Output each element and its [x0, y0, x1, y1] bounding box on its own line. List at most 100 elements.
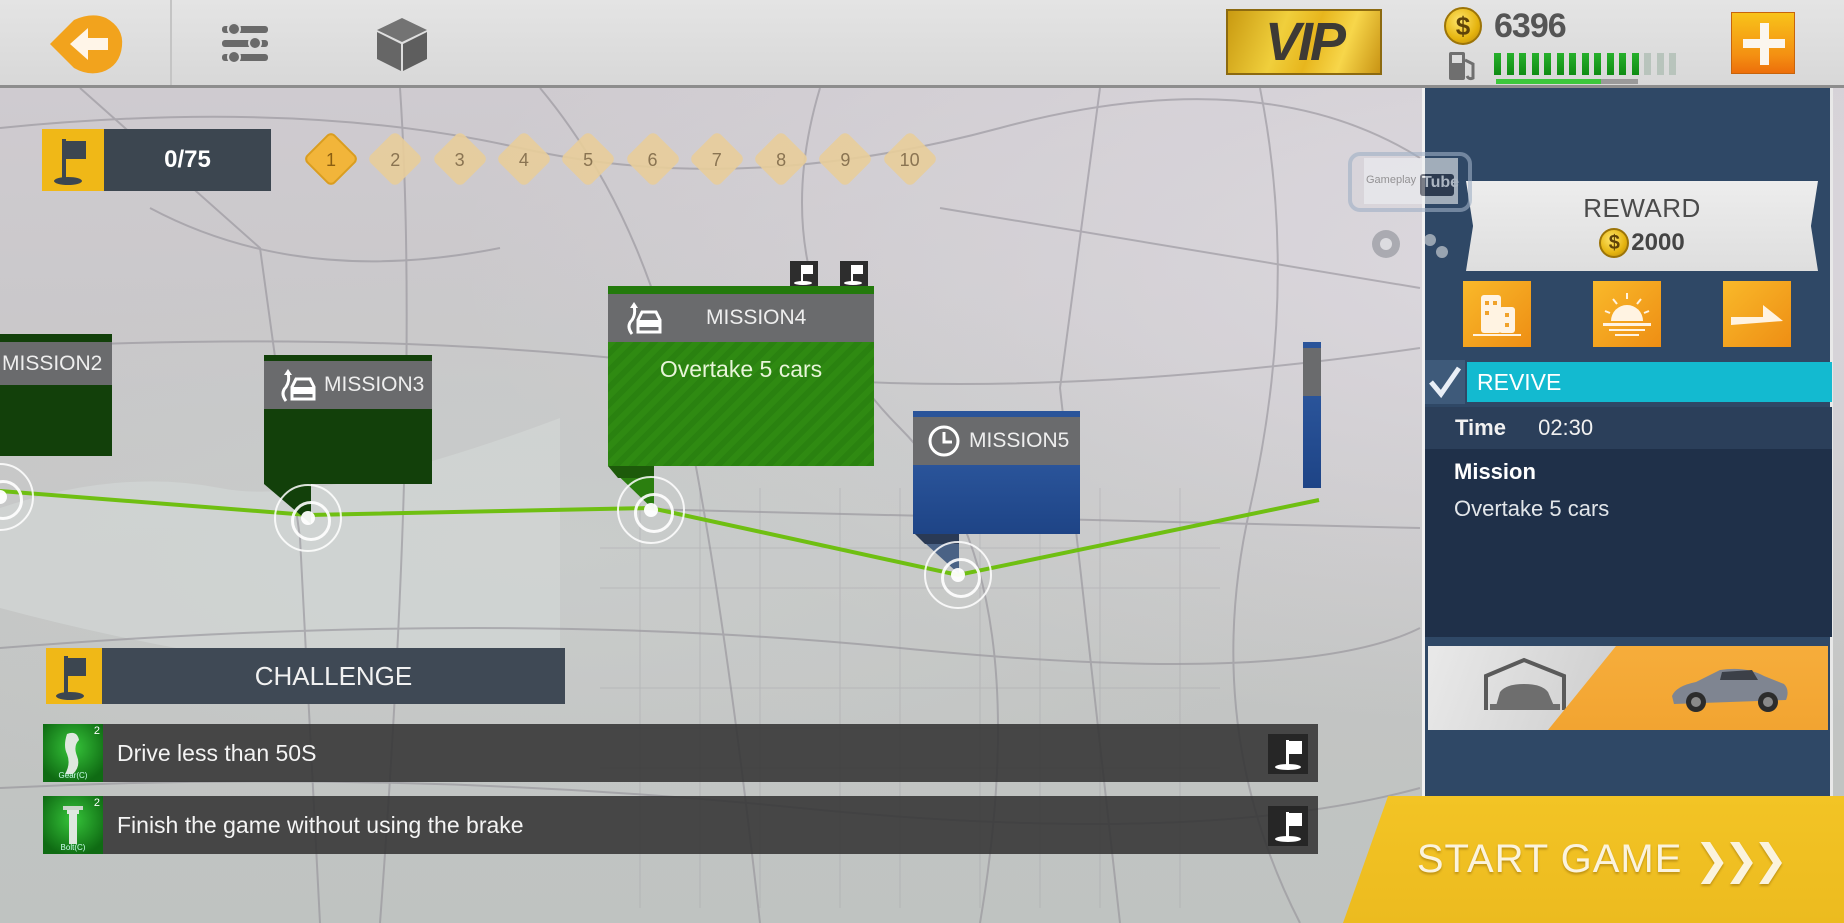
- fuel-segment: [1519, 53, 1526, 75]
- mission-4-flag-badge: [790, 261, 818, 287]
- sunrise-icon: [1603, 293, 1651, 336]
- challenge-caption: Gear(C): [58, 771, 88, 780]
- stage-button-4[interactable]: 4: [495, 130, 553, 189]
- stage-number: 5: [583, 150, 594, 170]
- condition-time-button[interactable]: [1593, 281, 1661, 347]
- time-label: Time: [1455, 415, 1506, 440]
- fuel-pump-icon: [1449, 52, 1475, 81]
- coin-icon: $: [1444, 7, 1482, 45]
- stage-button-3[interactable]: 3: [431, 130, 488, 189]
- challenge-caption: Bolt(C): [60, 843, 86, 852]
- stage-button-5[interactable]: 5: [559, 130, 617, 189]
- reward-banner: REWARD $ 2000: [1466, 181, 1818, 271]
- gameplaytube-watermark: Gameplay Tube: [1346, 148, 1476, 276]
- fuel-segment: [1581, 53, 1589, 75]
- stage-button-9[interactable]: 9: [817, 130, 874, 189]
- mission-body: [264, 409, 432, 484]
- mission-title: MISSION2: [2, 351, 103, 375]
- challenge-item[interactable]: 2 Gear(C) Drive less than 50S: [43, 724, 1318, 782]
- mission-header: MISSION2: [0, 342, 112, 385]
- settings-button[interactable]: [218, 20, 274, 68]
- stage-button-2[interactable]: 2: [367, 130, 424, 189]
- mission-title: MISSION4: [706, 306, 807, 329]
- clock-icon: [928, 425, 960, 457]
- fuel-segment: [1669, 53, 1676, 75]
- vip-label: VIP: [1264, 12, 1346, 72]
- coin-count: 6396: [1494, 6, 1567, 45]
- stage-number: 3: [454, 150, 465, 170]
- mission-top-strip: [0, 334, 112, 342]
- stage-button-8[interactable]: 8: [752, 130, 810, 189]
- mission-description: Overtake 5 cars: [1454, 496, 1610, 521]
- mission-header: MISSION5: [913, 417, 1080, 465]
- arrow-right-icon: [1731, 305, 1783, 325]
- sliders-icon: [222, 22, 268, 64]
- fuel-segment: [1544, 53, 1551, 75]
- challenge-flag-button[interactable]: [1268, 806, 1308, 846]
- mission-4-waypoint[interactable]: [617, 476, 685, 544]
- city-icon: [1473, 295, 1521, 336]
- flag-icon: [54, 139, 86, 185]
- revive-option[interactable]: REVIVE: [1425, 360, 1832, 404]
- mission-card-6[interactable]: [1303, 342, 1321, 488]
- stage-number: 6: [647, 150, 658, 170]
- challenge-title: CHALLENGE: [102, 648, 565, 704]
- stage-button-10[interactable]: 10: [881, 130, 938, 189]
- stage-number: 8: [776, 150, 787, 170]
- challenge-thumb: 2 Bolt(C): [43, 796, 103, 854]
- fuel-segment: [1594, 53, 1601, 75]
- challenge-header: CHALLENGE: [46, 648, 565, 704]
- reward-label: REWARD: [1583, 193, 1701, 223]
- fuel-segment: [1506, 53, 1514, 75]
- stage-number: 10: [899, 150, 920, 170]
- fuel-segment: [1619, 53, 1626, 75]
- start-game-button[interactable]: START GAME ❯❯❯: [1343, 796, 1844, 923]
- fuel-segment: [1569, 53, 1576, 75]
- condition-route-button[interactable]: [1723, 281, 1791, 347]
- fuel-segment: [1531, 53, 1539, 75]
- time-value: 02:30: [1538, 415, 1594, 440]
- flag-progress-value: 0/75: [104, 129, 271, 191]
- stage-number: 7: [711, 150, 722, 170]
- back-button[interactable]: [44, 12, 130, 76]
- revive-checkbox[interactable]: [1425, 360, 1465, 404]
- stage-button-7[interactable]: 7: [688, 130, 746, 189]
- condition-city-button[interactable]: [1463, 281, 1531, 347]
- mission-header: [1303, 348, 1321, 396]
- challenge-item[interactable]: 2 Bolt(C) Finish the game without using …: [43, 796, 1318, 854]
- mission-card-2[interactable]: MISSION2: [0, 334, 112, 456]
- challenge-text: Drive less than 50S: [117, 740, 317, 766]
- arrow-left-icon: [50, 15, 123, 74]
- top-bar: VIP $ 6396: [0, 0, 1844, 88]
- overtake-car-icon: [627, 302, 662, 335]
- mission-info: Mission Overtake 5 cars: [1425, 449, 1832, 637]
- flag-progress: 0/75: [42, 129, 271, 191]
- stage-button-6[interactable]: 6: [624, 130, 681, 189]
- coin-icon: $: [1599, 228, 1630, 258]
- time-limit: Time 02:30: [1425, 407, 1832, 449]
- flag-icon-box: [46, 648, 102, 704]
- challenge-flag-button[interactable]: [1268, 734, 1308, 774]
- fuel-segment: [1644, 53, 1651, 75]
- watermark-text-right: Tube: [1422, 174, 1460, 191]
- overtake-car-icon: [281, 369, 316, 402]
- challenge-text: Finish the game without using the brake: [117, 812, 524, 838]
- flag-icon: [1275, 812, 1302, 842]
- flag-icon: [56, 656, 86, 700]
- car-select-button[interactable]: [1428, 646, 1828, 730]
- watermark-text-left: Gameplay: [1366, 174, 1417, 186]
- fuel-segment: [1656, 53, 1664, 75]
- toolbar-divider: [170, 0, 172, 85]
- fuel-segment: [1606, 53, 1614, 75]
- mission-body: [1303, 396, 1321, 488]
- mission-title: MISSION3: [324, 373, 425, 396]
- add-coins-button[interactable]: [1731, 12, 1795, 74]
- stage-button-1[interactable]: 1: [302, 130, 360, 189]
- mission-3-waypoint[interactable]: [274, 484, 342, 552]
- vip-button[interactable]: VIP: [1226, 9, 1382, 75]
- mission-5-waypoint[interactable]: [924, 541, 992, 609]
- garage-button[interactable]: [372, 14, 432, 74]
- mission-description: Overtake 5 cars: [659, 356, 823, 382]
- mission-4-flag-badge: [840, 261, 868, 287]
- cube-icon: [377, 18, 427, 71]
